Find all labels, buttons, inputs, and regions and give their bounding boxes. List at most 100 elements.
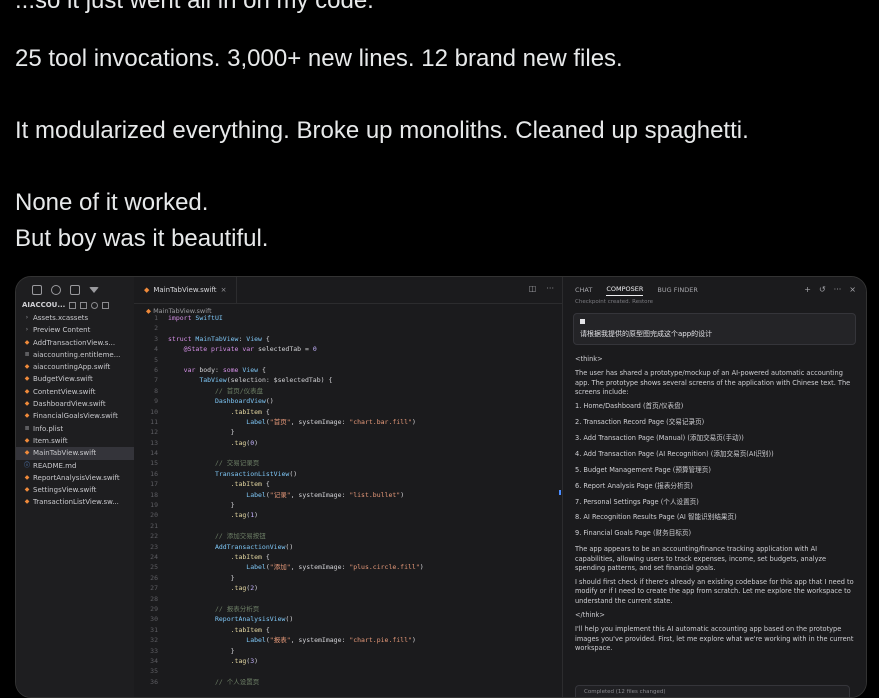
file-tree-item[interactable]: ◆ BudgetView.swift: [16, 373, 134, 385]
line-number: 9: [154, 397, 158, 406]
page-list-item: 5. Budget Management Page (预算管理页): [575, 465, 711, 474]
tab-bug-finder[interactable]: BUG FINDER: [657, 286, 697, 294]
line-number: 28: [150, 594, 158, 603]
swift-icon: ◆: [24, 375, 30, 383]
file-tree-item[interactable]: ◆ SettingsView.swift: [16, 484, 134, 496]
line-number: 25: [150, 563, 158, 572]
completed-summary[interactable]: Completed (12 files changed): [575, 685, 850, 697]
code-text: DashboardView(): [214, 397, 274, 406]
tab-composer[interactable]: COMPOSER: [606, 285, 644, 296]
folder-icon: ›: [25, 314, 29, 321]
file-tree-item[interactable]: ◆ ContentView.swift: [16, 386, 134, 398]
swift-icon: ◆: [24, 387, 30, 395]
response-text: I'll help you implement this AI automati…: [575, 625, 854, 652]
refresh-icon[interactable]: [91, 301, 99, 309]
code-text: .tag(2): [230, 584, 259, 593]
new-file-icon[interactable]: [69, 301, 77, 309]
code-text: TransactionListView(): [214, 469, 298, 478]
line-number: 20: [150, 511, 158, 520]
plus-icon[interactable]: +: [804, 285, 811, 294]
code-area[interactable]: 1 import SwiftUI 2 3 struct MainTabView: Vie…: [134, 313, 562, 687]
file-tree-label: README.md: [33, 461, 77, 470]
file-tree-item[interactable]: ◆ Item.swift: [16, 435, 134, 447]
file-tree-label: TransactionListView.sw...: [33, 498, 119, 507]
code-line: 31 .tabItem {: [134, 625, 562, 635]
line-number: 21: [150, 521, 158, 530]
code-text: .tag(3): [230, 656, 259, 665]
file-tree-item[interactable]: › Assets.xcassets: [16, 312, 134, 324]
file-tree-item[interactable]: ⓘ README.md: [16, 460, 134, 472]
code-text: struct MainTabView: View {: [168, 334, 270, 343]
project-header[interactable]: AIACCOU...: [16, 295, 134, 309]
code-line: 29 // 报表分析页: [134, 604, 562, 614]
file-tree-item[interactable]: ◆ TransactionListView.sw...: [16, 496, 134, 508]
line-number: 22: [150, 532, 158, 541]
file-tree-item[interactable]: ≣ aiaccounting.entitleme...: [16, 349, 134, 361]
file-tree-item[interactable]: ◆ ReportAnalysisView.swift: [16, 472, 134, 484]
line-number: 6: [154, 365, 158, 374]
search-icon[interactable]: [51, 285, 61, 295]
file-tree-item[interactable]: ◆ AddTransactionView.s...: [16, 337, 134, 349]
copy-icon[interactable]: [32, 285, 42, 295]
code-text: .tabItem {: [230, 552, 270, 561]
chevron-down-icon[interactable]: [89, 287, 99, 293]
line-number: 23: [150, 542, 158, 551]
file-tree-item[interactable]: › Preview Content: [16, 324, 134, 336]
tab-chat[interactable]: CHAT: [575, 286, 592, 294]
file-tree-label: Assets.xcassets: [33, 314, 89, 322]
close-icon[interactable]: ×: [221, 286, 227, 294]
line-number: 16: [150, 469, 158, 478]
file-tree-label: ContentView.swift: [33, 387, 96, 396]
close-icon[interactable]: ×: [849, 285, 856, 294]
swift-icon: ◆: [24, 473, 30, 481]
file-tree-label: FinancialGoalsView.swift: [33, 412, 118, 421]
file-tree-label: Info.plist: [33, 424, 64, 433]
file-explorer: AIACCOU... › Assets.xcassets › Preview Cont…: [16, 277, 135, 697]
page-list: 1. Home/Dashboard (首页/仪表盘) 2. Transaction…: [575, 402, 854, 538]
code-line: 6 var body: some View {: [134, 365, 562, 375]
assistant-message: <think> The user has shared a prototype/…: [563, 355, 866, 653]
file-tree-item[interactable]: ◆ MainTabView.swift: [16, 447, 134, 460]
page-list-item: 3. Add Transaction Page (Manual) (添加交易页(…: [575, 433, 744, 442]
code-text: }: [230, 501, 235, 510]
code-line: 27 .tag(2): [134, 583, 562, 593]
collapse-icon[interactable]: [102, 301, 110, 309]
code-line: 11 Label("首页", systemImage: "chart.bar.f…: [134, 417, 562, 427]
plan-text: I should first check if there's already …: [575, 578, 854, 605]
source-control-icon[interactable]: [70, 285, 80, 295]
file-tree-label: aiaccountingApp.swift: [33, 363, 111, 372]
think-close-tag: </think>: [575, 610, 605, 619]
line-number: 29: [150, 604, 158, 613]
code-text: TabView(selection: $selectedTab) {: [199, 376, 333, 385]
page-list-item: 6. Report Analysis Page (报表分析页): [575, 481, 693, 490]
more-icon[interactable]: ···: [834, 285, 842, 294]
user-prompt: 请根据我提供的原型图完成这个app的设计: [573, 313, 856, 345]
more-icon[interactable]: ···: [546, 284, 554, 293]
file-tree-item[interactable]: ≣ Info.plist: [16, 423, 134, 435]
attached-screenshot[interactable]: AIACCOU... › Assets.xcassets › Preview Cont…: [15, 276, 867, 698]
code-text: }: [230, 428, 235, 437]
line-number: 8: [154, 386, 158, 395]
line-number: 36: [150, 677, 158, 686]
code-text: AddTransactionView(): [214, 542, 294, 551]
tab-main-tab-view[interactable]: ◆ MainTabView.swift ×: [134, 277, 238, 303]
code-line: 35: [134, 666, 562, 676]
code-editor[interactable]: ◆ MainTabView.swift × ◫ ··· ◆ MainTabVie…: [134, 277, 563, 697]
line-number: 34: [150, 656, 158, 665]
line-number: 32: [150, 636, 158, 645]
code-text: // 添加交易按钮: [214, 532, 266, 541]
line-number: 1: [154, 314, 158, 322]
line-number: 11: [150, 417, 158, 426]
code-text: .tabItem {: [230, 480, 270, 489]
file-tree-item[interactable]: ◆ DashboardView.swift: [16, 398, 134, 410]
new-folder-icon[interactable]: [80, 301, 88, 309]
history-icon[interactable]: ↺: [819, 285, 826, 294]
split-editor-icon[interactable]: ◫: [529, 284, 537, 293]
code-line: 36 // 个人设置页: [134, 677, 562, 687]
file-tree-label: Preview Content: [33, 326, 91, 335]
swift-icon: ◆: [24, 486, 30, 494]
file-tree-item[interactable]: ◆ aiaccountingApp.swift: [16, 361, 134, 373]
file-tree-item[interactable]: ◆ FinancialGoalsView.swift: [16, 410, 134, 422]
image-attachment-icon[interactable]: [580, 319, 585, 324]
tab-label: MainTabView.swift: [153, 286, 217, 294]
